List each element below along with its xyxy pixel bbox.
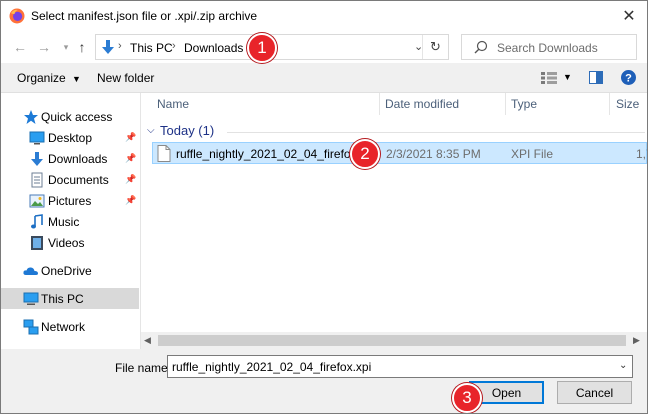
sidebar-item-downloads[interactable]: Downloads 📌 [1,148,139,169]
callout-badge-3: 3 [452,383,482,413]
file-list: Name Date modified Type Size ⌵ Today (1)… [141,93,647,349]
command-toolbar: Organize ▼ New folder ▼ ? [1,63,647,93]
group-divider [227,132,645,133]
sidebar-item-music[interactable]: Music [1,211,139,232]
file-name: ruffle_nightly_2021_02_04_firefox.xpi [176,147,376,161]
sidebar-item-label: Desktop [48,131,93,145]
file-row-selected[interactable]: ruffle_nightly_2021_02_04_firefox.xpi 2/… [152,142,647,164]
file-name-input[interactable] [167,355,633,378]
dialog-footer: File name: ⌄ Open Cancel [1,349,647,413]
callout-badge-1: 1 [247,33,277,63]
svg-text:?: ? [625,73,632,85]
pin-icon: 📌 [125,174,137,184]
breadcrumb-separator-icon: › [172,40,176,52]
breadcrumb-this-pc[interactable]: This PC [130,41,173,55]
desktop-icon [29,131,45,145]
title-bar: Select manifest.json file or .xpi/.zip a… [1,1,647,31]
preview-pane-icon[interactable] [589,71,603,84]
star-icon [24,110,38,124]
horizontal-scrollbar[interactable]: ◀ ▶ [141,332,647,349]
close-icon: ✕ [622,8,636,25]
column-header-date-modified[interactable]: Date modified [385,97,459,111]
scroll-left-icon[interactable]: ◀ [144,335,151,346]
search-icon [474,40,488,54]
help-icon[interactable]: ? [621,70,636,85]
sidebar-item-desktop[interactable]: Desktop 📌 [1,127,139,148]
computer-icon [23,292,39,305]
sidebar-item-label: This PC [41,292,84,306]
column-separator[interactable] [609,93,610,115]
address-divider [422,35,423,59]
music-icon [31,214,43,229]
sidebar-item-videos[interactable]: Videos [1,232,139,253]
sidebar-item-pictures[interactable]: Pictures 📌 [1,190,139,211]
window-title: Select manifest.json file or .xpi/.zip a… [31,9,258,23]
close-button[interactable]: ✕ [611,1,647,31]
file-type: XPI File [511,147,554,161]
file-open-dialog: Select manifest.json file or .xpi/.zip a… [0,0,648,414]
pin-icon: 📌 [125,153,137,163]
chevron-down-icon: ▼ [72,74,81,84]
firefox-icon [9,8,25,24]
file-icon [157,145,171,162]
forward-button[interactable]: → [35,38,53,56]
pin-icon: 📌 [125,195,137,205]
sidebar-item-label: Music [48,215,80,229]
scroll-right-icon[interactable]: ▶ [633,335,640,346]
sidebar-item-label: Pictures [48,194,92,208]
sidebar-item-documents[interactable]: Documents 📌 [1,169,139,190]
organize-button[interactable]: Organize ▼ [17,71,81,85]
arrow-right-icon: → [37,39,51,55]
sidebar-item-label: OneDrive [41,264,92,278]
file-date: 2/3/2021 8:35 PM [386,147,481,161]
view-dropdown-icon[interactable]: ▼ [563,72,572,82]
column-separator[interactable] [505,93,506,115]
refresh-icon[interactable]: ↻ [430,39,441,55]
view-options-icon[interactable] [541,72,557,84]
back-button[interactable]: ← [11,38,29,56]
sidebar-item-label: Videos [48,236,85,250]
sidebar-item-label: Quick access [41,110,113,124]
scroll-thumb[interactable] [158,335,626,346]
sidebar-item-label: Downloads [48,152,108,166]
sidebar-item-onedrive[interactable]: OneDrive [1,260,139,281]
arrow-left-icon: ← [13,39,27,55]
breadcrumb-separator-icon: › [118,40,122,52]
column-header-type[interactable]: Type [511,97,537,111]
video-icon [31,236,43,250]
cancel-button[interactable]: Cancel [557,381,632,404]
picture-icon [29,194,45,208]
callout-badge-2: 2 [350,139,380,169]
network-icon [23,319,39,335]
cloud-icon [23,267,38,275]
sidebar-item-network[interactable]: Network [1,316,139,337]
file-size: 1,7 [636,147,647,161]
file-name-label: File name: [115,361,172,375]
group-header[interactable]: Today (1) [160,123,214,138]
column-separator[interactable] [379,93,380,115]
document-icon [31,172,43,188]
pin-icon: 📌 [125,132,137,142]
new-folder-button[interactable]: New folder [97,71,154,85]
download-folder-icon [102,40,114,54]
breadcrumb-downloads[interactable]: Downloads [184,41,243,55]
sidebar-item-label: Network [41,320,86,334]
column-header-size[interactable]: Size [616,97,639,111]
navigation-bar: ← → ▾ ↑ › This PC › Downloads ⌄ ↻ Search… [1,31,647,63]
column-header-name[interactable]: Name [157,97,189,111]
sidebar-item-quick-access[interactable]: Quick access [1,106,139,127]
organize-label: Organize [17,71,66,85]
chevron-down-icon: ▾ [63,41,69,52]
group-collapse-icon[interactable]: ⌵ [147,125,155,136]
navigation-pane: Quick access Desktop 📌 Downloads 📌 Docum… [1,93,141,349]
sidebar-item-label: Documents [48,173,109,187]
search-box[interactable]: Search Downloads [461,34,637,60]
sidebar-item-this-pc[interactable]: This PC [1,288,139,309]
arrow-up-icon: ↑ [78,39,86,55]
download-icon [31,152,43,166]
up-button[interactable]: ↑ [73,38,91,56]
search-placeholder: Search Downloads [497,41,598,55]
